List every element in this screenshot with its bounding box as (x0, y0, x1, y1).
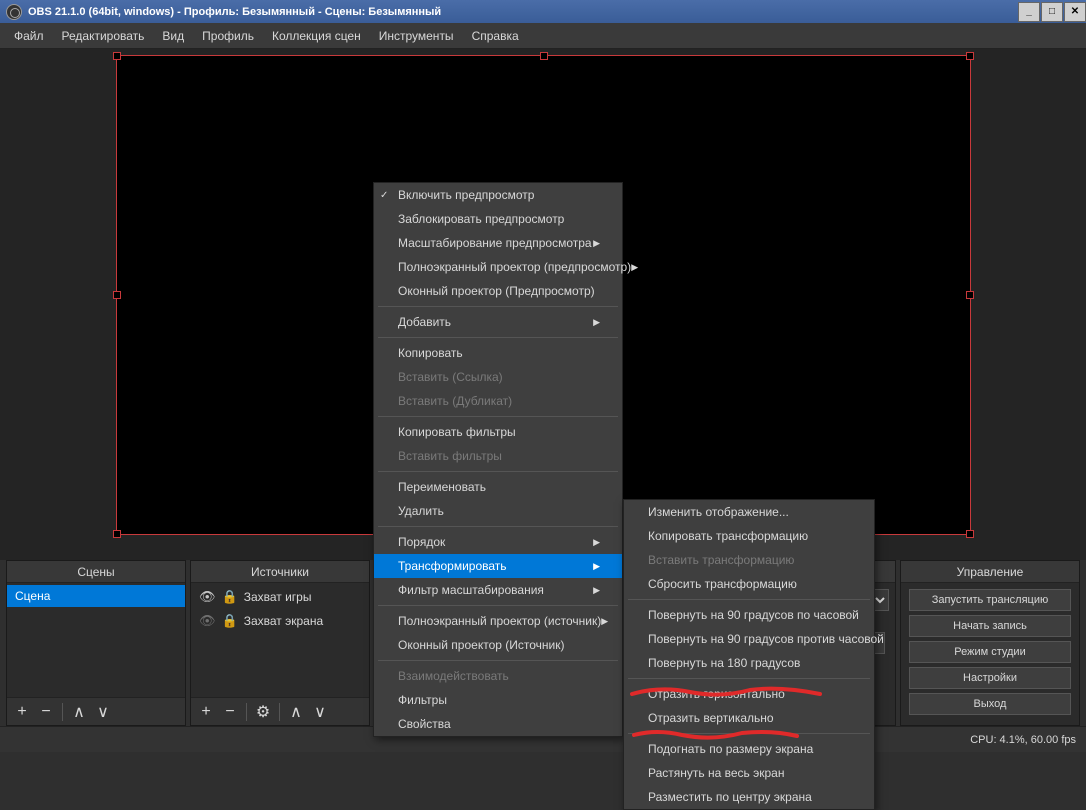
context-menu-item[interactable]: Копировать (374, 341, 622, 365)
menu-edit[interactable]: Редактировать (54, 25, 153, 47)
submenu-arrow-icon: ▶ (593, 238, 600, 249)
source-down-button[interactable]: ∨ (309, 701, 331, 723)
window-title: OBS 21.1.0 (64bit, windows) - Профиль: Б… (28, 6, 441, 18)
scene-up-button[interactable]: ∧ (68, 701, 90, 723)
context-menu-item[interactable]: Подогнать по размеру экрана (624, 737, 874, 761)
context-menu-item[interactable]: Отразить вертикально (624, 706, 874, 730)
menu-scene-collection[interactable]: Коллекция сцен (264, 25, 369, 47)
selection-handle[interactable] (113, 291, 121, 299)
submenu-arrow-icon: ▶ (593, 585, 600, 596)
context-menu-item[interactable]: Разместить по центру экрана (624, 785, 874, 809)
remove-scene-button[interactable]: − (35, 701, 57, 723)
transform-submenu: Изменить отображение...Копировать трансф… (623, 499, 875, 810)
sources-header: Источники (191, 561, 369, 583)
context-menu-item[interactable]: Порядок▶ (374, 530, 622, 554)
start-record-button[interactable]: Начать запись (909, 615, 1071, 637)
context-menu-item[interactable]: Трансформировать▶ (374, 554, 622, 578)
menubar: Файл Редактировать Вид Профиль Коллекция… (0, 23, 1086, 49)
context-menu-item[interactable]: Фильтры (374, 688, 622, 712)
exit-button[interactable]: Выход (909, 693, 1071, 715)
lock-icon[interactable]: 🔒 (222, 589, 238, 605)
visibility-icon[interactable]: 👁 (199, 589, 216, 605)
context-menu-item[interactable]: Оконный проектор (Источник) (374, 633, 622, 657)
remove-source-button[interactable]: − (219, 701, 241, 723)
source-item[interactable]: 👁 🔒 Захват игры (191, 585, 369, 609)
source-settings-button[interactable]: ⚙ (252, 701, 274, 723)
source-item[interactable]: 👁 🔒 Захват экрана (191, 609, 369, 633)
submenu-arrow-icon: ▶ (593, 537, 600, 548)
context-menu-item[interactable]: Повернуть на 180 градусов (624, 651, 874, 675)
source-up-button[interactable]: ∧ (285, 701, 307, 723)
context-menu-item[interactable]: Растянуть на весь экран (624, 761, 874, 785)
context-menu-item[interactable]: Фильтр масштабирования▶ (374, 578, 622, 602)
window-titlebar: OBS 21.1.0 (64bit, windows) - Профиль: Б… (0, 0, 1086, 23)
context-menu-item[interactable]: Оконный проектор (Предпросмотр) (374, 279, 622, 303)
context-menu-item[interactable]: Копировать фильтры (374, 420, 622, 444)
menu-view[interactable]: Вид (154, 25, 192, 47)
submenu-arrow-icon: ▶ (593, 317, 600, 328)
context-menu-item[interactable]: Повернуть на 90 градусов против часовой (624, 627, 874, 651)
context-menu-item[interactable]: Масштабирование предпросмотра▶ (374, 231, 622, 255)
context-menu-item[interactable]: Удалить (374, 499, 622, 523)
lock-icon[interactable]: 🔒 (222, 613, 238, 629)
context-menu-item[interactable]: Свойства (374, 712, 622, 736)
context-menu-item[interactable]: Отразить горизонтально (624, 682, 874, 706)
context-menu-item[interactable]: Повернуть на 90 градусов по часовой (624, 603, 874, 627)
selection-handle[interactable] (113, 52, 121, 60)
menu-help[interactable]: Справка (464, 25, 527, 47)
minimize-button[interactable]: _ (1018, 2, 1040, 22)
context-menu-item: Взаимодействовать (374, 664, 622, 688)
context-menu-item: Вставить (Дубликат) (374, 389, 622, 413)
sources-panel: Источники 👁 🔒 Захват игры 👁 🔒 Захват экр… (190, 560, 370, 726)
selection-handle[interactable] (540, 52, 548, 60)
scene-down-button[interactable]: ∨ (92, 701, 114, 723)
submenu-arrow-icon: ▶ (593, 561, 600, 572)
context-menu: ✓Включить предпросмотрЗаблокировать пред… (373, 182, 623, 737)
selection-handle[interactable] (966, 52, 974, 60)
scene-item[interactable]: Сцена (7, 585, 185, 607)
source-label: Захват игры (244, 590, 312, 604)
selection-handle[interactable] (966, 530, 974, 538)
source-label: Захват экрана (244, 614, 323, 628)
add-source-button[interactable]: + (195, 701, 217, 723)
menu-profile[interactable]: Профиль (194, 25, 262, 47)
controls-panel: Управление Запустить трансляцию Начать з… (900, 560, 1080, 726)
start-stream-button[interactable]: Запустить трансляцию (909, 589, 1071, 611)
maximize-button[interactable]: □ (1041, 2, 1063, 22)
app-icon (6, 4, 22, 20)
context-menu-item: Вставить трансформацию (624, 548, 874, 572)
selection-handle[interactable] (966, 291, 974, 299)
scenes-panel: Сцены Сцена + − ∧ ∨ (6, 560, 186, 726)
submenu-arrow-icon: ▶ (631, 262, 638, 273)
context-menu-item[interactable]: Переименовать (374, 475, 622, 499)
selection-handle[interactable] (113, 530, 121, 538)
context-menu-item: Вставить (Ссылка) (374, 365, 622, 389)
context-menu-item[interactable]: Изменить отображение... (624, 500, 874, 524)
context-menu-item[interactable]: Копировать трансформацию (624, 524, 874, 548)
context-menu-item[interactable]: Полноэкранный проектор (предпросмотр)▶ (374, 255, 622, 279)
scenes-header: Сцены (7, 561, 185, 583)
window-buttons: _ □ ✕ (1017, 2, 1086, 22)
status-text: CPU: 4.1%, 60.00 fps (970, 734, 1076, 746)
controls-header: Управление (901, 561, 1079, 583)
settings-button[interactable]: Настройки (909, 667, 1071, 689)
context-menu-item[interactable]: Добавить▶ (374, 310, 622, 334)
menu-tools[interactable]: Инструменты (371, 25, 462, 47)
submenu-arrow-icon: ▶ (601, 616, 608, 627)
context-menu-item[interactable]: Сбросить трансформацию (624, 572, 874, 596)
visibility-off-icon[interactable]: 👁 (199, 613, 216, 629)
scene-label: Сцена (15, 589, 50, 603)
studio-mode-button[interactable]: Режим студии (909, 641, 1071, 663)
menu-file[interactable]: Файл (6, 25, 52, 47)
context-menu-item[interactable]: Заблокировать предпросмотр (374, 207, 622, 231)
context-menu-item: Вставить фильтры (374, 444, 622, 468)
context-menu-item[interactable]: Полноэкранный проектор (источник)▶ (374, 609, 622, 633)
add-scene-button[interactable]: + (11, 701, 33, 723)
context-menu-item[interactable]: ✓Включить предпросмотр (374, 183, 622, 207)
close-button[interactable]: ✕ (1064, 2, 1086, 22)
